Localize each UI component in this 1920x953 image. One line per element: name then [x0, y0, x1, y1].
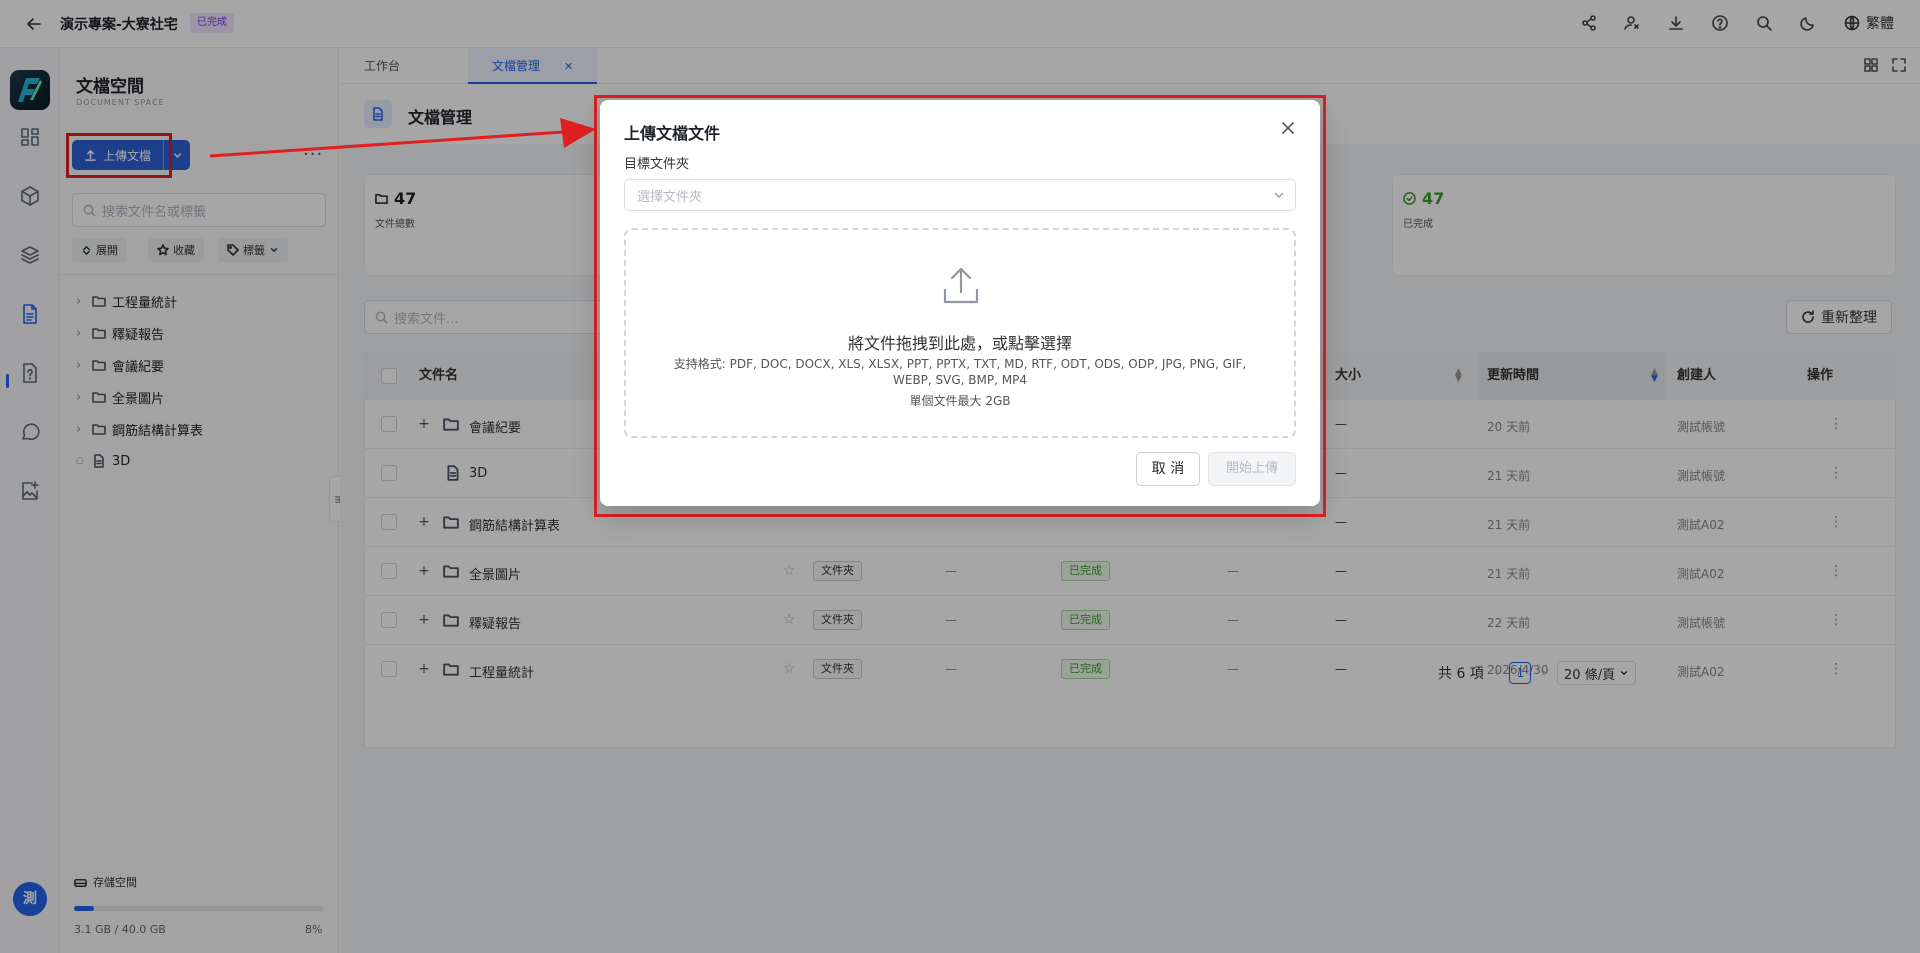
target-folder-placeholder: 選擇文件夾 — [637, 189, 703, 205]
target-folder-select[interactable]: 選擇文件夾 — [624, 179, 1296, 211]
max-file-size: 單個文件最大 2GB — [909, 394, 1011, 408]
cancel-button[interactable]: 取 消 — [1136, 452, 1200, 486]
start-upload-button[interactable]: 開始上傳 — [1208, 452, 1296, 486]
supported-formats: 支持格式: PDF, DOC, DOCX, XLS, XLSX, PPT, PP… — [673, 357, 1247, 387]
dropzone-text: 將文件拖拽到此處，或點擊選擇 — [847, 334, 1072, 353]
target-folder-label: 目標文件夾 — [624, 157, 690, 172]
dialog-title: 上傳文檔文件 — [624, 124, 721, 143]
file-dropzone[interactable]: 將文件拖拽到此處，或點擊選擇 支持格式: PDF, DOC, DOCX, XLS… — [624, 228, 1296, 438]
upload-icon — [939, 264, 983, 308]
close-icon[interactable] — [1280, 120, 1296, 136]
chevron-down-icon — [1273, 189, 1285, 201]
annotation-arrow — [209, 118, 596, 158]
upload-dialog: 上傳文檔文件 目標文件夾 選擇文件夾 將文件拖拽到此處，或點擊選擇 支持格式: … — [600, 100, 1320, 506]
